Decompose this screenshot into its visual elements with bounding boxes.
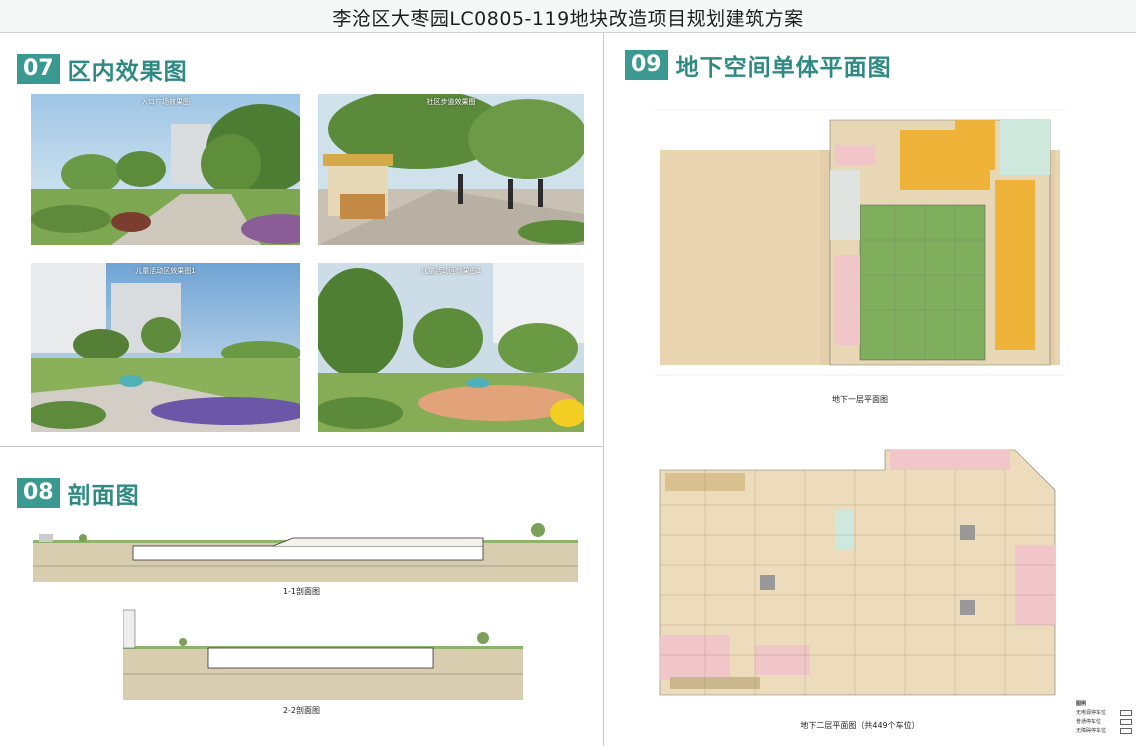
b1-plan-caption: 地下一层平面图 [832,395,888,404]
section-1-1-caption: 1-1剖面图 [282,587,321,596]
rendering-entrance-plaza: 入口广场效果图 [31,94,300,245]
legend-item: 普通停车位 [1076,718,1132,725]
legend-label: 无电源停车位 [1076,710,1107,716]
section-title: 地下空间单体平面图 [675,55,892,81]
section-1-1-drawing [33,520,578,582]
page-title: 李沧区大枣园LC0805-119地块改造项目规划建筑方案 [332,8,804,30]
b2-plan-caption: 地下二层平面图（共449个车位） [800,721,920,730]
section-2-2-drawing [123,608,523,700]
section-08-header: 08 剖面图 [17,476,140,510]
rendering-caption: 儿童活动区效果图1 [135,267,196,275]
rendering-community-walk: 社区步道效果图 [318,94,584,245]
legend-item: 无障碍停车位 [1076,727,1132,734]
section-09-header: 09 地下空间单体平面图 [625,48,892,82]
legend: 图例 无电源停车位 普通停车位 无障碍停车位 [1076,700,1132,734]
legend-label: 普通停车位 [1076,719,1102,725]
b2-floor-plan [655,425,1065,710]
legend-item: 无电源停车位 [1076,709,1132,716]
legend-swatch [1120,727,1132,734]
legend-label: 无障碍停车位 [1076,728,1107,734]
section-07-header: 07 区内效果图 [17,52,188,86]
rendering-caption: 儿童活动区效果图2 [420,267,482,275]
legend-swatch [1120,718,1132,725]
legend-swatch [1120,709,1132,716]
section-title: 区内效果图 [67,59,188,85]
section-2-2-caption: 2-2剖面图 [282,706,321,715]
section-number: 09 [625,50,668,80]
legend-title: 图例 [1076,701,1087,707]
section-title: 剖面图 [67,483,140,509]
b1-floor-plan [655,100,1065,385]
rendering-caption: 入口广场效果图 [141,98,190,106]
title-bar: 李沧区大枣园LC0805-119地块改造项目规划建筑方案 [0,0,1136,33]
section-number: 08 [17,478,60,508]
rendering-children-area-2: 儿童活动区效果图2 [318,263,584,432]
horizontal-divider [0,446,603,447]
vertical-divider [603,32,604,746]
section-number: 07 [17,54,60,84]
rendering-caption: 社区步道效果图 [426,98,476,106]
rendering-children-area-1: 儿童活动区效果图1 [31,263,300,432]
